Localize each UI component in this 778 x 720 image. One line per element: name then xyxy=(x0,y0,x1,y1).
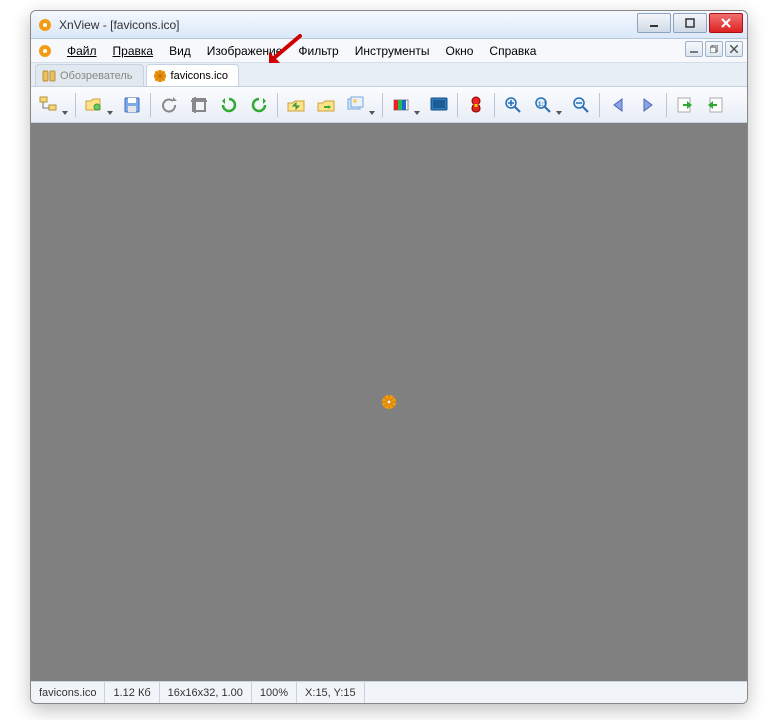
title-bar[interactable]: XnView - [favicons.ico] xyxy=(31,11,747,39)
export-icon xyxy=(705,95,725,115)
file-tab-icon xyxy=(153,69,167,83)
adjust-icon xyxy=(391,95,411,115)
prev-file-button[interactable] xyxy=(282,91,310,119)
separator xyxy=(457,93,458,117)
menu-image[interactable]: Изображение xyxy=(199,42,291,60)
export-button[interactable] xyxy=(701,91,729,119)
image-preview xyxy=(381,394,397,410)
mdi-restore-button[interactable] xyxy=(705,41,723,57)
chevron-down-icon xyxy=(369,111,375,115)
arrow-left-icon xyxy=(608,95,628,115)
separator xyxy=(277,93,278,117)
slideshow-icon xyxy=(346,95,366,115)
crop-icon xyxy=(189,95,209,115)
app-icon xyxy=(37,17,53,33)
close-button[interactable] xyxy=(709,13,743,33)
chevron-down-icon xyxy=(414,111,420,115)
zoom-out-icon xyxy=(571,95,591,115)
undo-icon xyxy=(159,95,179,115)
menu-window[interactable]: Окно xyxy=(438,42,482,60)
status-filesize: 1.12 Кб xyxy=(105,682,159,703)
rotate-ccw-button[interactable] xyxy=(215,91,243,119)
menu-file[interactable]: Файл xyxy=(59,42,105,60)
zoom-in-button[interactable] xyxy=(499,91,527,119)
menu-view[interactable]: Вид xyxy=(161,42,199,60)
status-zoom: 100% xyxy=(252,682,297,703)
menu-tools[interactable]: Инструменты xyxy=(347,42,438,60)
separator xyxy=(666,93,667,117)
next-file-button[interactable] xyxy=(312,91,340,119)
separator xyxy=(75,93,76,117)
separator xyxy=(150,93,151,117)
go-forward-button[interactable] xyxy=(634,91,662,119)
arrow-right-icon xyxy=(638,95,658,115)
image-canvas[interactable] xyxy=(31,123,747,681)
menu-filter[interactable]: Фильтр xyxy=(290,42,346,60)
import-icon xyxy=(675,95,695,115)
tab-browser[interactable]: Обозреватель xyxy=(35,64,144,86)
red-eye-button[interactable] xyxy=(462,91,490,119)
slideshow-button[interactable] xyxy=(342,91,378,119)
fullscreen-button[interactable] xyxy=(425,91,453,119)
window-controls xyxy=(637,13,743,33)
crop-button[interactable] xyxy=(185,91,213,119)
toolbar: 1:1 xyxy=(31,87,747,123)
zoom-out-button[interactable] xyxy=(567,91,595,119)
red-eye-icon xyxy=(466,95,486,115)
svg-text:1:1: 1:1 xyxy=(538,102,547,108)
mdi-controls xyxy=(685,41,743,57)
chevron-down-icon xyxy=(62,111,68,115)
mdi-close-button[interactable] xyxy=(725,41,743,57)
open-button[interactable] xyxy=(80,91,116,119)
chevron-down-icon xyxy=(107,111,113,115)
import-button[interactable] xyxy=(671,91,699,119)
menu-help[interactable]: Справка xyxy=(481,42,544,60)
zoom-actual-button[interactable]: 1:1 xyxy=(529,91,565,119)
tab-bar: Обозреватель favicons.ico xyxy=(31,63,747,87)
window-title: XnView - [favicons.ico] xyxy=(59,18,180,32)
rotate-cw-icon xyxy=(249,95,269,115)
menu-bar: Файл Правка Вид Изображение Фильтр Инстр… xyxy=(31,39,747,63)
rotate-cw-button[interactable] xyxy=(245,91,273,119)
status-filename: favicons.ico xyxy=(31,682,105,703)
floppy-icon xyxy=(122,95,142,115)
maximize-button[interactable] xyxy=(673,13,707,33)
separator xyxy=(382,93,383,117)
rotate-ccw-icon xyxy=(219,95,239,115)
status-dimensions: 16x16x32, 1.00 xyxy=(160,682,252,703)
separator xyxy=(494,93,495,117)
folder-up-icon xyxy=(286,95,306,115)
folder-next-icon xyxy=(316,95,336,115)
browser-icon xyxy=(42,69,56,83)
separator xyxy=(599,93,600,117)
save-button[interactable] xyxy=(118,91,146,119)
chevron-down-icon xyxy=(556,111,562,115)
minimize-button[interactable] xyxy=(637,13,671,33)
tab-label: favicons.ico xyxy=(171,70,228,82)
tab-file[interactable]: favicons.ico xyxy=(146,64,239,86)
tree-icon xyxy=(39,95,59,115)
go-back-button[interactable] xyxy=(604,91,632,119)
adjust-button[interactable] xyxy=(387,91,423,119)
document-icon xyxy=(37,43,53,59)
tree-view-button[interactable] xyxy=(35,91,71,119)
menu-edit[interactable]: Правка xyxy=(105,42,162,60)
status-coords: X:15, Y:15 xyxy=(297,682,365,703)
zoom-in-icon xyxy=(503,95,523,115)
fullscreen-icon xyxy=(429,95,449,115)
undo-button[interactable] xyxy=(155,91,183,119)
zoom-actual-icon: 1:1 xyxy=(533,95,553,115)
folder-open-icon xyxy=(84,95,104,115)
mdi-minimize-button[interactable] xyxy=(685,41,703,57)
tab-label: Обозреватель xyxy=(60,70,133,82)
app-window: XnView - [favicons.ico] Файл Правка Вид … xyxy=(30,10,748,704)
status-bar: favicons.ico 1.12 Кб 16x16x32, 1.00 100%… xyxy=(31,681,747,703)
